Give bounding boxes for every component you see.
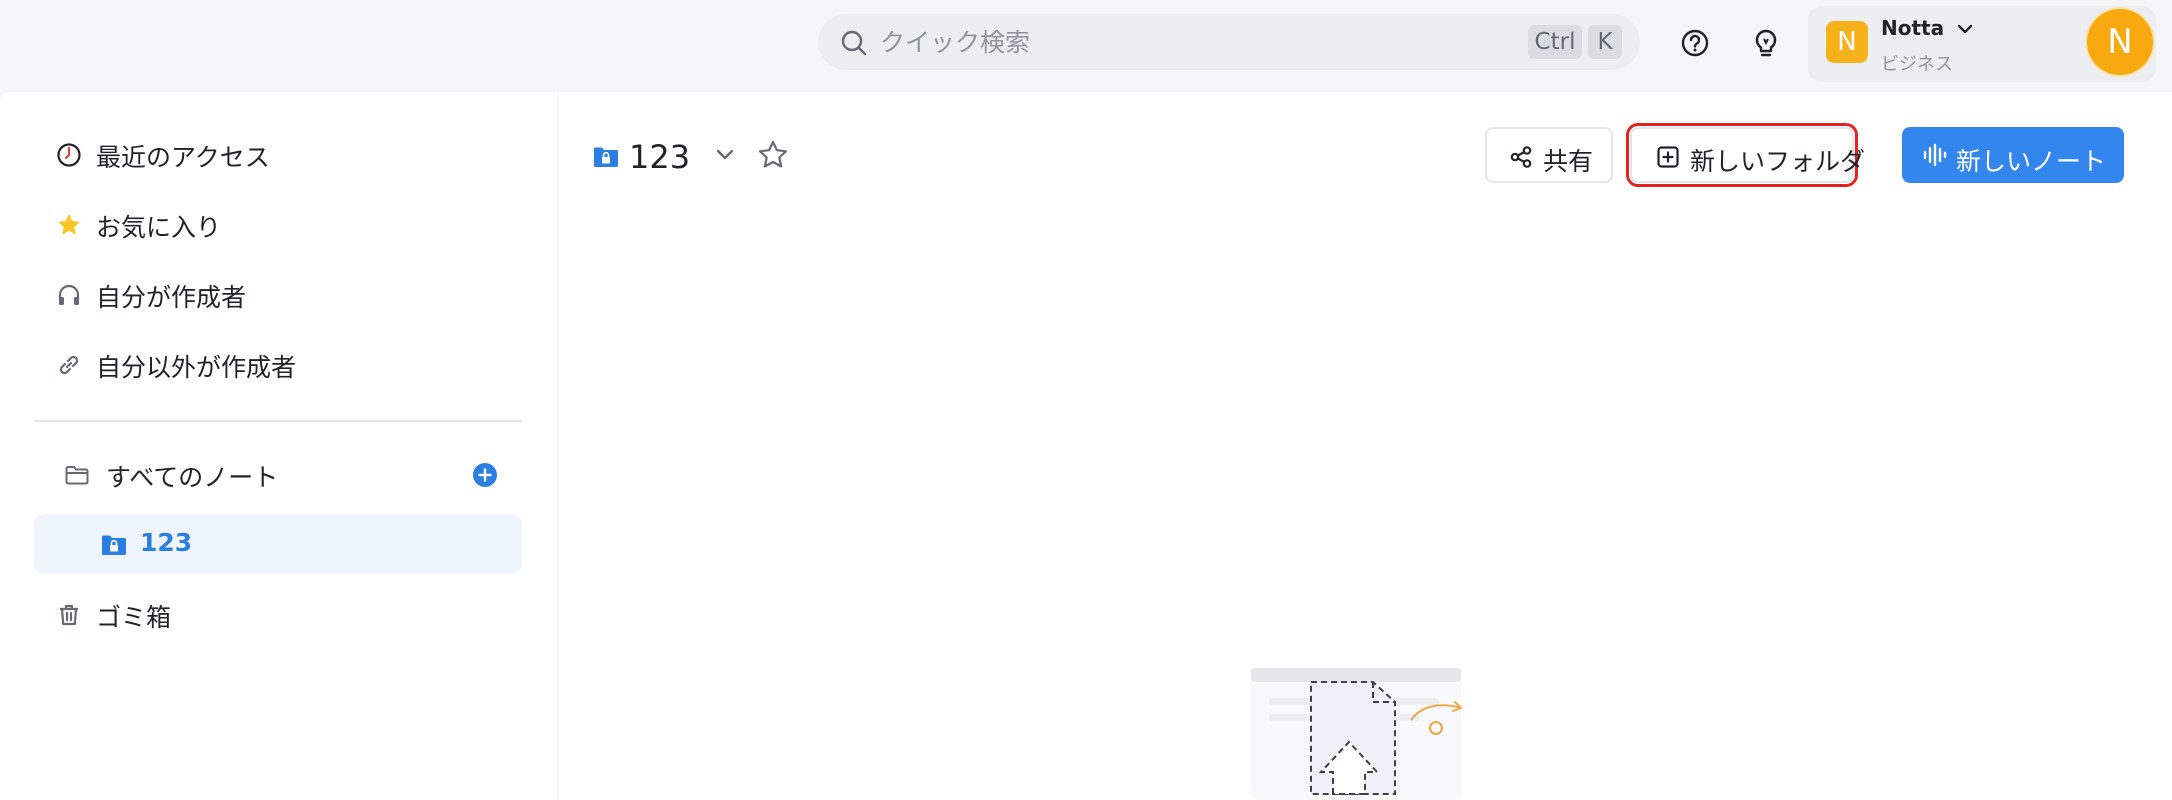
waveform-icon bbox=[1922, 143, 1948, 167]
sidebar-item-trash[interactable]: ゴミ箱 bbox=[34, 584, 522, 644]
star-filled-icon bbox=[56, 212, 82, 238]
chevron-down-icon bbox=[1956, 22, 1974, 36]
sidebar-item-label: 自分が作成者 bbox=[96, 283, 247, 312]
sidebar-item-recent[interactable]: 最近のアクセス bbox=[34, 124, 522, 184]
sidebar-item-favorites[interactable]: お気に入り bbox=[34, 194, 522, 254]
link-icon bbox=[56, 352, 82, 378]
sidebar-item-label: 自分以外が作成者 bbox=[96, 353, 297, 382]
workspace-name: Notta bbox=[1881, 16, 1945, 40]
user-avatar[interactable]: N bbox=[2087, 9, 2153, 75]
workspace-badge: N bbox=[1826, 21, 1868, 63]
sidebar-item-all-notes[interactable]: すべてのノート bbox=[34, 444, 522, 504]
sidebar-item-label: 最近のアクセス bbox=[96, 143, 270, 172]
locked-folder-icon bbox=[100, 532, 126, 558]
sidebar-divider bbox=[34, 420, 522, 422]
lightbulb-icon[interactable] bbox=[1748, 25, 1784, 61]
new-folder-button[interactable]: 新しいフォルダ bbox=[1626, 123, 1865, 187]
top-bar: Ctrl K N Notta ビジネス N bbox=[0, 0, 2172, 90]
workspace-plan: ビジネス bbox=[1881, 54, 1953, 75]
folder-plus-icon bbox=[1656, 145, 1680, 169]
quick-search[interactable]: Ctrl K bbox=[818, 14, 1640, 70]
search-input[interactable] bbox=[880, 24, 1460, 60]
shortcut-k-key: K bbox=[1588, 25, 1622, 59]
chevron-down-icon[interactable] bbox=[712, 142, 738, 168]
locked-folder-icon bbox=[592, 144, 620, 170]
sidebar-item-folder-123[interactable]: 123 bbox=[34, 514, 522, 574]
share-icon bbox=[1509, 145, 1533, 169]
sidebar-item-label: すべてのノート bbox=[106, 463, 279, 492]
folder-icon bbox=[64, 462, 90, 488]
new-note-button[interactable]: 新しいノート bbox=[1902, 127, 2124, 183]
headphones-icon bbox=[56, 282, 82, 308]
sidebar-item-label: ゴミ箱 bbox=[96, 603, 172, 632]
star-outline-icon[interactable] bbox=[756, 138, 790, 172]
sidebar-item-label: お気に入り bbox=[96, 213, 222, 242]
clock-icon bbox=[56, 142, 82, 168]
search-icon bbox=[840, 29, 868, 57]
share-button-label: 共有 bbox=[1543, 147, 1594, 176]
folder-name: 123 bbox=[629, 138, 691, 176]
new-folder-button-label: 新しいフォルダ bbox=[1690, 147, 1866, 176]
sidebar-item-label: 123 bbox=[140, 528, 193, 557]
sidebar-item-mine[interactable]: 自分が作成者 bbox=[34, 264, 522, 324]
upload-illustration bbox=[1251, 668, 1511, 800]
help-circle-icon[interactable] bbox=[1677, 25, 1713, 61]
new-note-button-label: 新しいノート bbox=[1956, 147, 2107, 176]
trash-icon bbox=[56, 602, 82, 628]
shortcut-ctrl-key: Ctrl bbox=[1528, 25, 1582, 59]
share-button[interactable]: 共有 bbox=[1485, 127, 1613, 183]
sidebar: 最近のアクセス お気に入り 自分が作成者 自分以外が作成者 すべてのノート 12… bbox=[0, 92, 557, 800]
plus-circle-icon[interactable] bbox=[472, 462, 498, 488]
main-panel: 123 共有 新しいフォルダ 新しいノート bbox=[559, 92, 2172, 800]
sidebar-item-others[interactable]: 自分以外が作成者 bbox=[34, 334, 522, 394]
